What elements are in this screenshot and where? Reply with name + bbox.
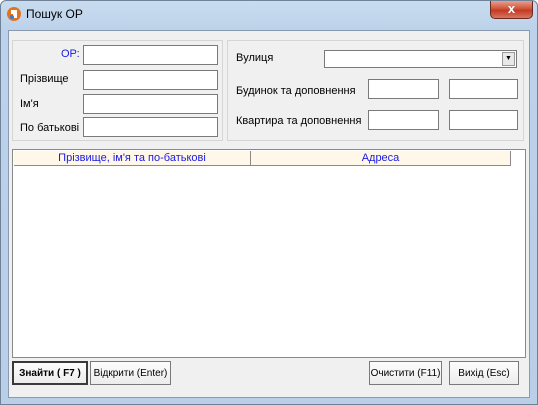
surname-input[interactable] (83, 70, 218, 90)
house-input[interactable] (368, 79, 439, 99)
apartment-suffix-input[interactable] (449, 110, 518, 130)
close-icon: x (507, 1, 516, 16)
title-bar[interactable]: Пошук ОР x (1, 1, 537, 29)
street-select[interactable]: ▼ (324, 50, 517, 68)
clear-button[interactable]: Очистити (F11) (369, 361, 442, 385)
app-icon (6, 6, 22, 22)
person-search-group: ОР: Прізвище Ім'я По батькові (12, 40, 223, 141)
exit-button[interactable]: Вихід (Esc) (449, 361, 519, 385)
search-window: Пошук ОР x ОР: Прізвище Ім'я По батькові… (0, 0, 538, 405)
apartment-input[interactable] (368, 110, 439, 130)
or-label: ОР: (61, 48, 80, 60)
window-title: Пошук ОР (26, 7, 83, 21)
close-button[interactable]: x (490, 1, 533, 19)
chevron-down-icon[interactable]: ▼ (502, 52, 515, 66)
dialog-client-area: ОР: Прізвище Ім'я По батькові Вулиця ▼ Б… (8, 30, 530, 398)
street-select-value (325, 55, 328, 67)
or-input[interactable] (83, 45, 218, 65)
name-input[interactable] (83, 94, 218, 114)
find-button[interactable]: Знайти ( F7 ) (12, 361, 88, 385)
column-header-name[interactable]: Прізвище, ім'я та по-батькові (14, 151, 251, 166)
street-label: Вулиця (236, 52, 274, 64)
patronymic-label: По батькові (20, 122, 80, 134)
house-suffix-input[interactable] (449, 79, 518, 99)
apartment-label: Квартира та доповнення (236, 115, 362, 127)
results-table[interactable]: Прізвище, ім'я та по-батькові Адреса (12, 149, 526, 358)
address-search-group: Вулиця ▼ Будинок та доповнення Квартира … (227, 40, 524, 141)
house-label: Будинок та доповнення (236, 85, 356, 97)
open-button[interactable]: Відкрити (Enter) (90, 361, 171, 385)
name-label: Ім'я (20, 98, 39, 110)
column-header-address[interactable]: Адреса (251, 151, 511, 166)
surname-label: Прізвище (20, 73, 69, 85)
patronymic-input[interactable] (83, 117, 218, 137)
